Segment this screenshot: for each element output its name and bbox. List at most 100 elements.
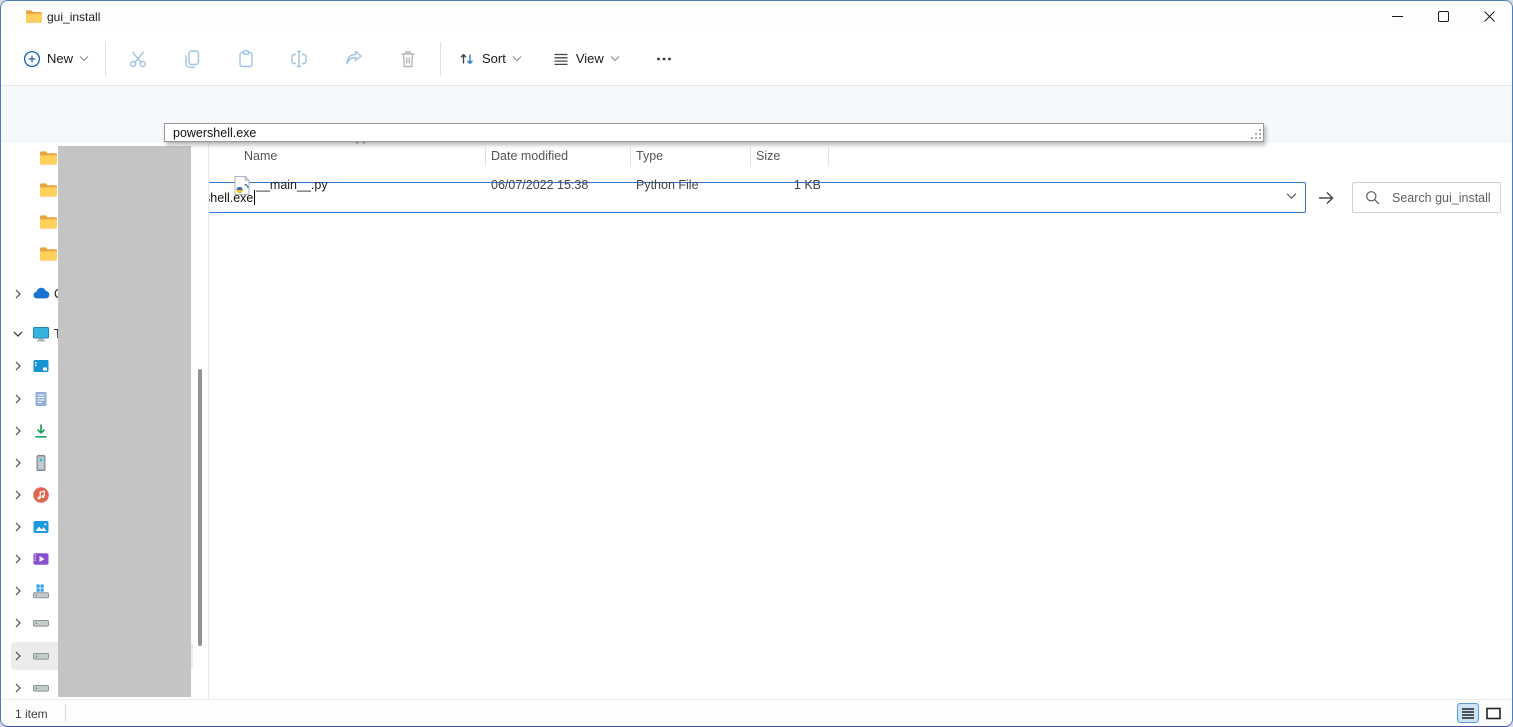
column-divider[interactable] <box>630 147 631 166</box>
windows-drive-icon <box>32 582 50 600</box>
chevron-right-icon <box>13 683 23 693</box>
python-file-icon <box>234 176 250 195</box>
file-row[interactable]: __main__.py 06/07/2022 15:38 Python File… <box>226 173 828 199</box>
thumbnails-view-icon <box>1486 707 1501 720</box>
resize-grip[interactable] <box>1248 125 1262 140</box>
copy-button[interactable] <box>172 41 212 77</box>
search-icon <box>1365 190 1380 205</box>
copy-icon <box>181 48 203 70</box>
this-pc-monitor-icon <box>32 325 50 343</box>
window-title: gui_install <box>47 10 100 24</box>
chevron-right-icon <box>13 426 23 436</box>
share-icon <box>343 48 365 70</box>
chevron-right-icon <box>13 618 23 628</box>
chevron-right-icon <box>13 554 23 564</box>
item-count: 1 item <box>15 707 48 721</box>
chevron-right-icon <box>13 458 23 468</box>
column-header-type[interactable]: Type <box>636 143 741 169</box>
share-button[interactable] <box>334 41 374 77</box>
more-dots-icon <box>655 50 673 68</box>
music-icon <box>32 486 50 504</box>
column-header-label: Size <box>756 149 780 163</box>
column-header-label: Date modified <box>491 149 568 163</box>
search-input[interactable] <box>1390 190 1500 206</box>
address-dropdown-chevron-icon[interactable] <box>1286 192 1297 200</box>
sort-button[interactable]: Sort <box>449 41 530 77</box>
resize-grip-icon <box>1250 128 1262 140</box>
drive-icon <box>32 647 50 665</box>
new-button[interactable]: New <box>15 41 97 77</box>
command-toolbar: New Sort View <box>1 32 1512 86</box>
chevron-down-icon <box>512 55 522 62</box>
search-box[interactable] <box>1352 182 1501 213</box>
sidebar-scrollbar[interactable] <box>198 369 202 646</box>
go-to-button[interactable] <box>1311 183 1341 212</box>
column-header-label: Type <box>636 149 663 163</box>
rename-button[interactable] <box>280 41 320 77</box>
chevron-right-icon <box>13 289 23 299</box>
pane-divider <box>208 143 209 701</box>
maximize-icon <box>1438 11 1449 22</box>
phone-device-icon <box>32 454 50 472</box>
column-header-size[interactable]: Size <box>756 143 821 169</box>
sort-arrows-icon <box>457 49 476 68</box>
close-icon <box>1484 11 1495 22</box>
chevron-right-icon <box>13 586 23 596</box>
chevron-right-icon <box>13 394 23 404</box>
chevron-down-icon <box>79 55 89 62</box>
folder-icon <box>39 213 57 231</box>
sort-button-label: Sort <box>482 51 506 66</box>
file-explorer-window: gui_install New Sort View <box>0 0 1513 727</box>
chevron-down-icon <box>610 55 620 62</box>
details-view-button[interactable] <box>1457 703 1479 723</box>
view-button[interactable]: View <box>544 41 628 77</box>
plus-circle-icon <box>23 50 41 68</box>
delete-button[interactable] <box>388 41 428 77</box>
autocomplete-suggestion[interactable]: powershell.exe <box>165 126 1263 140</box>
thumbnails-view-button[interactable] <box>1482 703 1504 723</box>
delete-icon <box>397 48 419 70</box>
folder-icon <box>39 245 57 263</box>
toolbar-separator <box>105 42 106 76</box>
onedrive-cloud-icon <box>32 285 50 303</box>
statusbar-separator <box>65 704 66 722</box>
minimize-icon <box>1392 11 1403 22</box>
close-button[interactable] <box>1466 1 1512 32</box>
file-name: __main__.py <box>256 178 328 192</box>
downloads-icon <box>32 422 50 440</box>
see-more-button[interactable] <box>644 41 684 77</box>
title-bar: gui_install <box>1 1 1512 32</box>
maximize-button[interactable] <box>1420 1 1466 32</box>
videos-icon <box>32 550 50 568</box>
file-size: 1 KB <box>756 178 821 192</box>
new-button-label: New <box>47 51 73 66</box>
cut-icon <box>127 48 149 70</box>
rename-icon <box>288 48 312 70</box>
chevron-right-icon <box>13 651 23 661</box>
chevron-down-icon <box>13 329 23 339</box>
minimize-button[interactable] <box>1374 1 1420 32</box>
paste-icon <box>235 48 257 70</box>
drive-icon <box>32 614 50 632</box>
column-divider[interactable] <box>828 147 829 166</box>
folder-icon <box>25 9 42 24</box>
chevron-right-icon <box>13 490 23 500</box>
toolbar-separator <box>440 42 441 76</box>
paste-button[interactable] <box>226 41 266 77</box>
column-divider[interactable] <box>750 147 751 166</box>
go-arrow-icon <box>1317 189 1335 207</box>
redaction-overlay <box>58 146 191 697</box>
column-divider[interactable] <box>485 147 486 166</box>
view-lines-icon <box>552 50 570 68</box>
file-type: Python File <box>636 178 699 192</box>
view-button-label: View <box>576 51 604 66</box>
pictures-icon <box>32 518 50 536</box>
column-header-name[interactable]: Name <box>244 143 474 169</box>
chevron-right-icon <box>13 522 23 532</box>
column-header-date-modified[interactable]: Date modified <box>491 143 621 169</box>
address-autocomplete-dropdown: powershell.exe <box>164 123 1264 142</box>
cut-button[interactable] <box>118 41 158 77</box>
chevron-right-icon <box>13 361 23 371</box>
file-date-modified: 06/07/2022 15:38 <box>491 178 588 192</box>
documents-icon <box>32 390 50 408</box>
